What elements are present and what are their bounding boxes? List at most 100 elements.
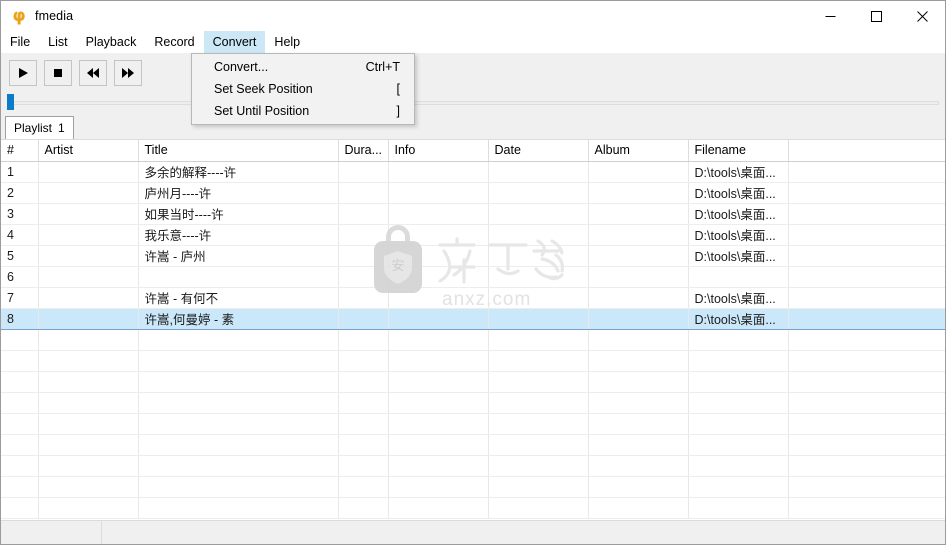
table-row-empty[interactable] <box>1 497 945 519</box>
cell-empty <box>588 413 689 435</box>
cell-date <box>488 224 589 246</box>
cell-empty <box>388 413 489 435</box>
table-row-empty[interactable] <box>1 392 945 414</box>
table-row-empty[interactable] <box>1 434 945 456</box>
cell-title: 许嵩 - 庐州 <box>138 245 339 267</box>
column-header-date[interactable]: Date <box>488 140 589 162</box>
window-controls <box>807 1 945 31</box>
stop-button[interactable] <box>44 60 72 86</box>
table-row-empty[interactable] <box>1 329 945 351</box>
close-button[interactable] <box>899 1 945 31</box>
menu-record[interactable]: Record <box>145 31 203 53</box>
status-bar <box>1 520 945 544</box>
cell-num: 5 <box>1 245 39 267</box>
cell-album <box>588 182 689 204</box>
menu-list[interactable]: List <box>39 31 76 53</box>
cell-info <box>388 161 489 183</box>
cell-filename: D:\tools\桌面... <box>688 161 789 183</box>
cell-empty <box>688 413 789 435</box>
next-button[interactable] <box>114 60 142 86</box>
cell-filename: D:\tools\桌面... <box>688 182 789 204</box>
column-header-title[interactable]: Title <box>138 140 339 162</box>
cell-empty <box>38 392 139 414</box>
cell-empty <box>488 476 589 498</box>
table-row[interactable]: 7 许嵩 - 有何不 D:\tools\桌面... <box>1 287 945 309</box>
cell-info <box>388 182 489 204</box>
cell-title: 如果当时----许 <box>138 203 339 225</box>
cell-empty <box>788 434 945 456</box>
maximize-icon <box>870 10 882 22</box>
menu-playback[interactable]: Playback <box>77 31 146 53</box>
cell-empty <box>688 497 789 519</box>
tab-playlist[interactable]: Playlist 1 <box>5 116 74 139</box>
menu-item-convert[interactable]: Convert... Ctrl+T <box>192 56 414 78</box>
table-row-empty[interactable] <box>1 371 945 393</box>
column-header-duration[interactable]: Dura... <box>338 140 389 162</box>
cell-album <box>588 245 689 267</box>
menu-item-set-until-position[interactable]: Set Until Position ] <box>192 100 414 122</box>
column-header-num[interactable]: # <box>1 140 39 162</box>
play-button[interactable] <box>9 60 37 86</box>
previous-button[interactable] <box>79 60 107 86</box>
column-header-spare[interactable] <box>788 140 945 162</box>
cell-album <box>588 203 689 225</box>
table-row[interactable]: 1 多余的解释----许 D:\tools\桌面... <box>1 161 945 183</box>
menu-item-convert-accel: Ctrl+T <box>365 60 400 74</box>
cell-filename <box>688 266 789 288</box>
table-row[interactable]: 8 许嵩,何曼婷 - 素 D:\tools\桌面... <box>1 308 945 330</box>
cell-spare <box>788 224 945 246</box>
window-title: fmedia <box>35 9 74 23</box>
cell-empty <box>588 392 689 414</box>
cell-num: 4 <box>1 224 39 246</box>
menu-item-set-seek-position[interactable]: Set Seek Position [ <box>192 78 414 100</box>
cell-duration <box>338 245 389 267</box>
table-row-empty[interactable] <box>1 455 945 477</box>
column-header-album[interactable]: Album <box>588 140 689 162</box>
seek-thumb[interactable] <box>7 94 14 110</box>
cell-album <box>588 161 689 183</box>
seek-slider[interactable] <box>1 93 945 113</box>
cell-empty <box>688 350 789 372</box>
cell-empty <box>138 329 339 351</box>
cell-empty <box>588 497 689 519</box>
column-header-artist[interactable]: Artist <box>38 140 139 162</box>
table-row-empty[interactable] <box>1 413 945 435</box>
cell-empty <box>1 329 39 351</box>
cell-empty <box>38 455 139 477</box>
cell-info <box>388 308 489 330</box>
cell-empty <box>488 497 589 519</box>
menu-item-set-until-position-label: Set Until Position <box>214 104 310 118</box>
table-row[interactable]: 3 如果当时----许 D:\tools\桌面... <box>1 203 945 225</box>
table-row-empty[interactable] <box>1 350 945 372</box>
cell-duration <box>338 308 389 330</box>
phi-logo-icon: φ <box>12 6 26 26</box>
menu-help[interactable]: Help <box>265 31 309 53</box>
column-header-info[interactable]: Info <box>388 140 489 162</box>
status-pane-right <box>102 521 945 544</box>
cell-artist <box>38 203 139 225</box>
cell-empty <box>1 371 39 393</box>
title-bar: φ fmedia <box>1 1 945 31</box>
cell-album <box>588 224 689 246</box>
maximize-button[interactable] <box>853 1 899 31</box>
table-row[interactable]: 2 庐州月----许 D:\tools\桌面... <box>1 182 945 204</box>
cell-empty <box>38 350 139 372</box>
cell-filename: D:\tools\桌面... <box>688 287 789 309</box>
playlist-table-container[interactable]: # Artist Title Dura... Info Date Album F… <box>1 139 945 522</box>
minimize-button[interactable] <box>807 1 853 31</box>
cell-num: 6 <box>1 266 39 288</box>
table-row[interactable]: 6 <box>1 266 945 288</box>
cell-artist <box>38 266 139 288</box>
table-row[interactable]: 5 许嵩 - 庐州 D:\tools\桌面... <box>1 245 945 267</box>
cell-date <box>488 245 589 267</box>
cell-empty <box>588 371 689 393</box>
cell-date <box>488 308 589 330</box>
table-header-row: # Artist Title Dura... Info Date Album F… <box>1 140 945 162</box>
cell-num: 8 <box>1 308 39 330</box>
table-row[interactable]: 4 我乐意----许 D:\tools\桌面... <box>1 224 945 246</box>
menu-convert[interactable]: Convert <box>203 31 266 53</box>
menu-file[interactable]: File <box>1 31 39 53</box>
table-row-empty[interactable] <box>1 476 945 498</box>
cell-duration <box>338 266 389 288</box>
column-header-filename[interactable]: Filename <box>688 140 789 162</box>
